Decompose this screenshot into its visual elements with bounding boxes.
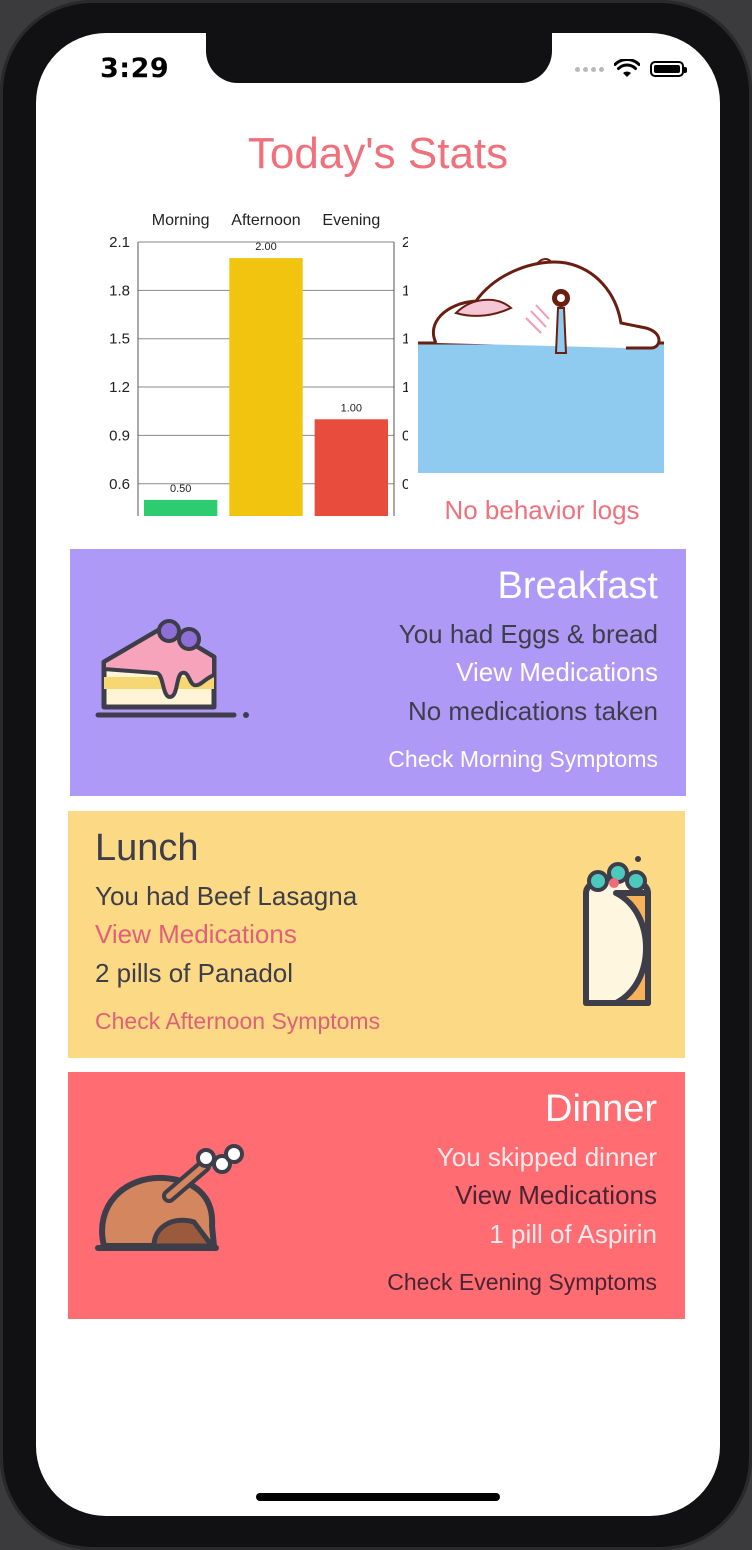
chart-svg: 2.1 2.1 1.8 1.8 1.5 1.5 1.2 1.2 0.9 0.9 0.6 0.6 0.50… bbox=[109, 212, 408, 516]
burrito-icon bbox=[583, 856, 651, 1006]
y-tick-label-right: 0.6 bbox=[402, 476, 408, 493]
lunch-medications-text: 2 pills of Panadol bbox=[95, 958, 294, 988]
y-tick-label-left: 0.6 bbox=[109, 476, 130, 493]
y-tick-label-right: 1.5 bbox=[402, 331, 408, 348]
breakfast-medications-text: No medications taken bbox=[407, 696, 658, 726]
battery-icon bbox=[650, 61, 687, 77]
y-tick-label-left: 1.2 bbox=[109, 379, 130, 396]
cake-icon bbox=[95, 619, 249, 718]
y-tick-label-right: 0.9 bbox=[402, 427, 408, 444]
bar-data-label: 0.50 bbox=[170, 483, 191, 495]
behavior-illustration bbox=[416, 253, 668, 503]
dinner-card[interactable]: Dinner You skipped dinner View Medicatio… bbox=[68, 1072, 685, 1319]
lunch-card[interactable]: Lunch You had Beef Lasagna View Medicati… bbox=[68, 811, 685, 1058]
dinner-view-medications-link[interactable]: View Medications bbox=[455, 1180, 657, 1211]
bar-data-label: 2.00 bbox=[255, 241, 276, 253]
lunch-heading: Lunch bbox=[95, 827, 199, 869]
breakfast-food-text: You had Eggs & bread bbox=[398, 619, 658, 649]
page-title: Today's Stats bbox=[247, 129, 509, 178]
no-behavior-logs-label: No behavior logs bbox=[444, 495, 640, 525]
notch bbox=[206, 33, 552, 83]
phone-frame: 3:29 Today's Stats 2.1 2.1 1.8 1.8 1.5 1.5 1.2… bbox=[0, 0, 752, 1550]
bar-morning bbox=[143, 499, 218, 516]
y-tick-label-right: 1.8 bbox=[402, 282, 408, 299]
category-label: Evening bbox=[322, 212, 380, 229]
y-tick-label-left: 1.8 bbox=[109, 282, 130, 299]
dinner-medications-text: 1 pill of Aspirin bbox=[489, 1219, 657, 1249]
roast-chicken-icon bbox=[95, 1144, 244, 1251]
check-morning-symptoms-link[interactable]: Check Morning Symptoms bbox=[388, 746, 658, 773]
y-tick-label-left: 1.5 bbox=[109, 331, 130, 348]
check-afternoon-symptoms-link[interactable]: Check Afternoon Symptoms bbox=[95, 1008, 380, 1035]
sleeping-bunny-icon bbox=[418, 258, 664, 473]
status-icons bbox=[575, 59, 687, 79]
y-tick-label-right: 1.2 bbox=[402, 379, 408, 396]
signal-icon bbox=[575, 66, 604, 72]
bar-data-label: 1.00 bbox=[341, 402, 362, 414]
meal-bar-chart: 2.1 2.1 1.8 1.8 1.5 1.5 1.2 1.2 0.9 0.9 0.6 0.6 0.50… bbox=[60, 205, 408, 525]
y-tick-label-right: 2.1 bbox=[402, 234, 408, 251]
breakfast-card[interactable]: Breakfast You had Eggs & bread View Medi… bbox=[70, 549, 686, 796]
home-indicator[interactable] bbox=[256, 1493, 500, 1501]
dinner-heading: Dinner bbox=[545, 1088, 657, 1130]
y-tick-label-left: 0.9 bbox=[109, 427, 130, 444]
category-label: Afternoon bbox=[231, 212, 300, 229]
screen: 3:29 Today's Stats 2.1 2.1 1.8 1.8 1.5 1.5 1.2… bbox=[36, 33, 720, 1516]
bar-evening bbox=[314, 419, 389, 516]
dinner-food-text: You skipped dinner bbox=[436, 1142, 657, 1172]
lunch-food-text: You had Beef Lasagna bbox=[95, 881, 358, 911]
lunch-view-medications-link[interactable]: View Medications bbox=[95, 919, 297, 950]
wifi-icon bbox=[614, 59, 640, 77]
check-evening-symptoms-link[interactable]: Check Evening Symptoms bbox=[387, 1269, 657, 1296]
y-tick-label-left: 2.1 bbox=[109, 234, 130, 251]
status-time: 3:29 bbox=[100, 53, 170, 84]
category-label: Morning bbox=[152, 212, 210, 229]
bar-afternoon bbox=[229, 258, 303, 516]
breakfast-heading: Breakfast bbox=[497, 565, 658, 607]
breakfast-view-medications-link[interactable]: View Medications bbox=[456, 657, 658, 688]
